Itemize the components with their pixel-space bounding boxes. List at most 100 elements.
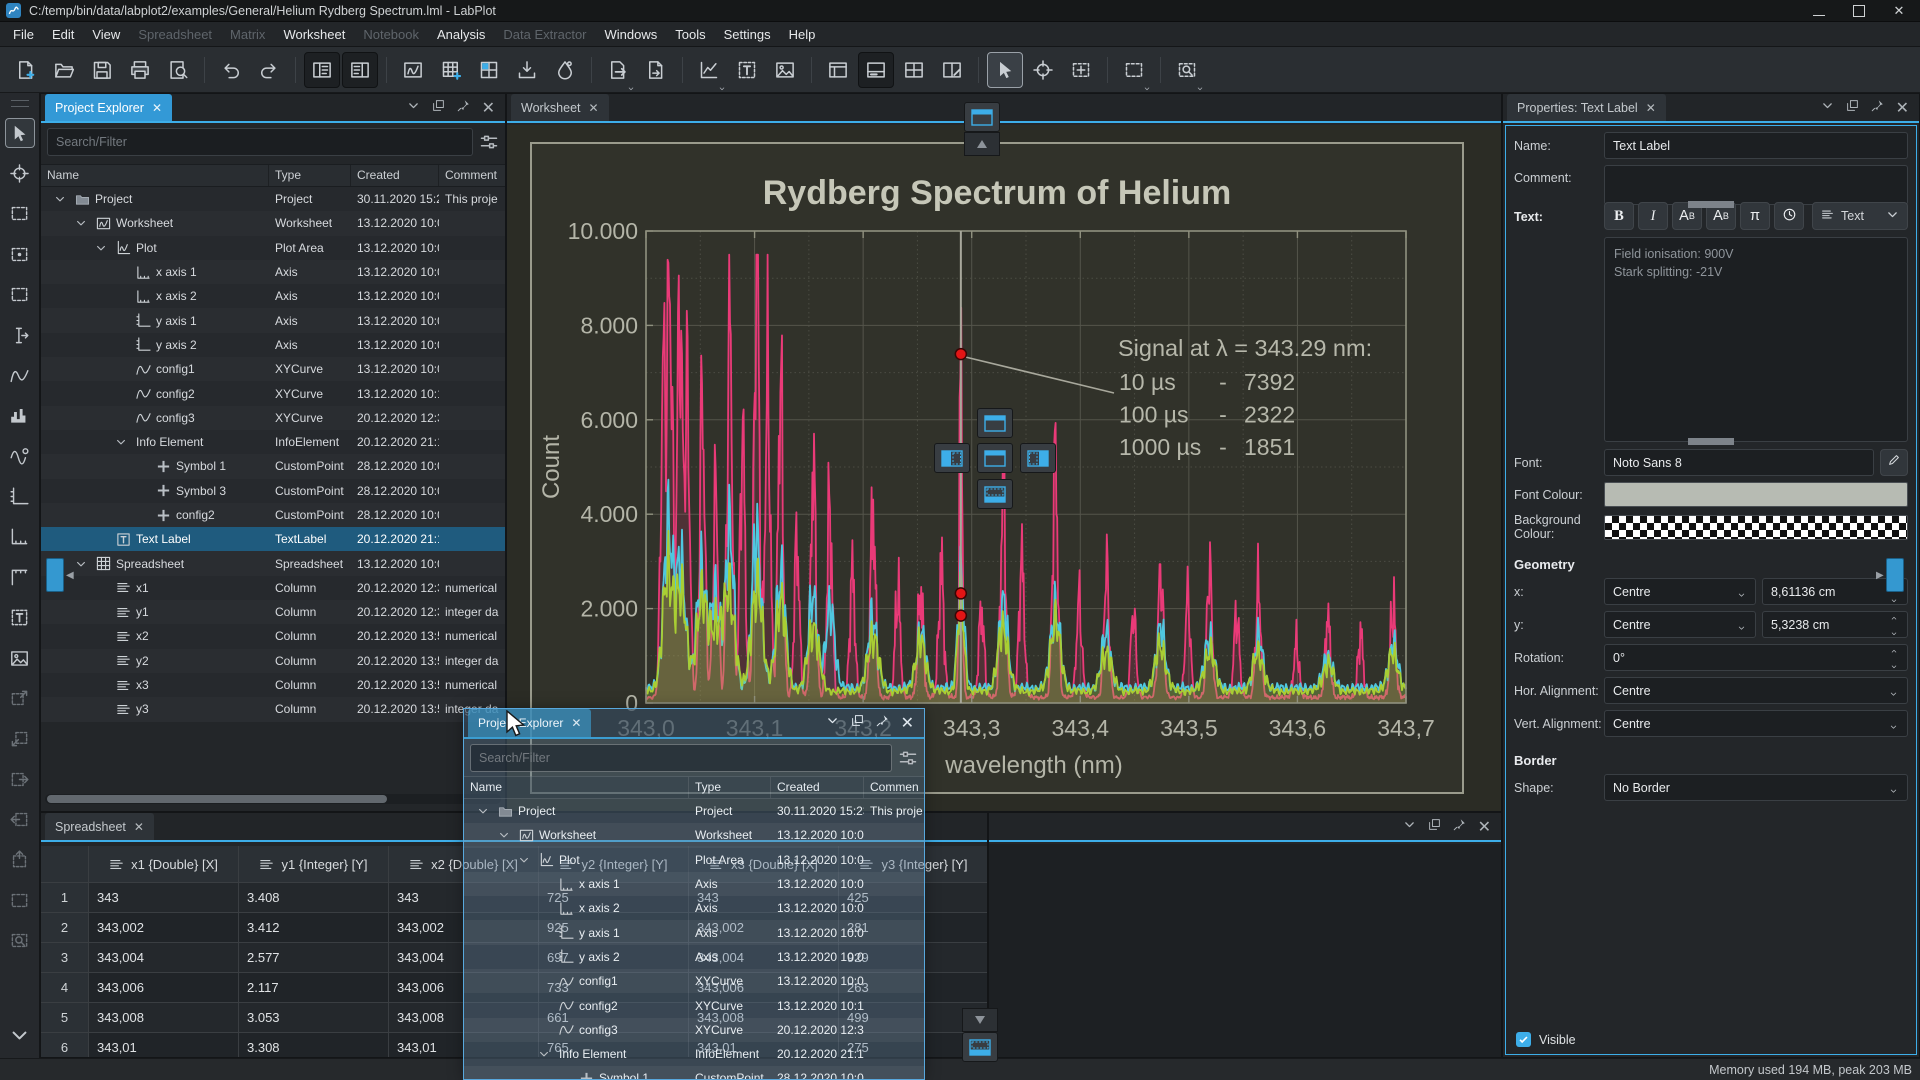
name-field[interactable]: Text Label xyxy=(1604,132,1908,159)
text-frame-icon[interactable] xyxy=(5,603,35,633)
cell[interactable]: 343,01 xyxy=(89,1033,239,1057)
float-dock-icon[interactable] xyxy=(1428,818,1441,836)
symbols-button[interactable]: π xyxy=(1740,202,1770,230)
preview-icon[interactable] xyxy=(160,52,196,88)
droplet-icon[interactable] xyxy=(547,52,583,88)
close-icon[interactable]: ✕ xyxy=(1646,101,1656,115)
menu-tools[interactable]: Tools xyxy=(666,22,714,47)
y-anchor-dropdown[interactable]: Centre xyxy=(1604,611,1756,638)
menu-settings[interactable]: Settings xyxy=(715,22,780,47)
cell[interactable]: 343 xyxy=(89,883,239,913)
float-dock-icon[interactable] xyxy=(432,99,445,117)
tree-row-config3[interactable]: config3XYCurve20.12.2020 12:39 xyxy=(464,1018,924,1042)
expand-chevron-icon[interactable] xyxy=(477,805,489,817)
text-cursor-icon[interactable] xyxy=(5,320,35,350)
tree-row-symbol-1[interactable]: Symbol 1CustomPoint28.12.2020 10:06 xyxy=(41,454,505,478)
dash-zoom-icon[interactable] xyxy=(1169,52,1205,88)
background-colour-swatch[interactable] xyxy=(1604,515,1908,540)
x-anchor-dropdown[interactable]: Centre xyxy=(1604,578,1756,605)
dock-menu-icon[interactable] xyxy=(1821,99,1834,117)
matrix-icon[interactable] xyxy=(471,52,507,88)
tree-row-project[interactable]: ProjectProject30.11.2020 15:23This proje xyxy=(41,187,505,211)
crosshair-icon[interactable] xyxy=(5,159,35,189)
print-icon[interactable] xyxy=(122,52,158,88)
tab-properties[interactable]: Properties: Text Label✕ xyxy=(1507,94,1666,121)
expand-chevron-icon[interactable] xyxy=(518,854,530,866)
cell[interactable]: 343,002 xyxy=(89,913,239,943)
worksheet-new-icon[interactable] xyxy=(395,52,431,88)
cell[interactable]: 3.412 xyxy=(239,913,389,943)
cell[interactable]: 343,008 xyxy=(89,1003,239,1033)
tree-row-config2[interactable]: config2XYCurve13.12.2020 10:11 xyxy=(464,993,924,1017)
dash-box-icon[interactable] xyxy=(5,199,35,229)
panel-d-icon[interactable] xyxy=(934,52,970,88)
text-frame-icon[interactable] xyxy=(729,52,765,88)
row-number[interactable]: 3 xyxy=(41,943,89,973)
tree-row-config3[interactable]: config3XYCurve20.12.2020 12:39 xyxy=(41,406,505,430)
import-icon[interactable] xyxy=(509,52,545,88)
dash-box-icon[interactable] xyxy=(5,280,35,310)
cell[interactable]: 343,006 xyxy=(89,973,239,1003)
hist-icon[interactable] xyxy=(5,401,35,431)
row-number[interactable]: 5 xyxy=(41,1003,89,1033)
axis-l-icon[interactable] xyxy=(5,482,35,512)
close-icon[interactable]: ✕ xyxy=(571,716,581,730)
toggle-props-icon[interactable] xyxy=(342,52,378,88)
sheet-new-icon[interactable] xyxy=(433,52,469,88)
tree-row-symbol-3[interactable]: Symbol 3CustomPoint28.12.2020 10:06 xyxy=(41,479,505,503)
tree-row-project[interactable]: ProjectProject30.11.2020 15:23This proje xyxy=(464,799,924,823)
column-header[interactable]: x1 {Double} [X] xyxy=(89,846,239,883)
dash-arrow-ne-icon[interactable] xyxy=(5,683,35,713)
y-value-spinner[interactable]: 5,3238 cm xyxy=(1762,611,1908,638)
panel-b-icon[interactable] xyxy=(858,52,894,88)
tree-row-x-axis-2[interactable]: x axis 2Axis13.12.2020 10:01 xyxy=(41,284,505,308)
zoom-fit-icon[interactable] xyxy=(1063,52,1099,88)
tree-row-y2[interactable]: y2Column20.12.2020 13:55integer da xyxy=(41,649,505,673)
tree-row-x-axis-1[interactable]: x axis 1Axis13.12.2020 10:01 xyxy=(41,260,505,284)
redo-icon[interactable] xyxy=(251,52,287,88)
cell[interactable]: 343,004 xyxy=(89,943,239,973)
font-colour-swatch[interactable] xyxy=(1604,482,1908,507)
text-mode-dropdown[interactable]: Text xyxy=(1812,202,1908,230)
tree-row-y-axis-1[interactable]: y axis 1Axis13.12.2020 10:01 xyxy=(464,920,924,944)
cell[interactable]: 3.308 xyxy=(239,1033,389,1057)
expand-chevron-icon[interactable] xyxy=(498,829,510,841)
save-icon[interactable] xyxy=(84,52,120,88)
pin-dock-icon[interactable] xyxy=(1871,99,1884,117)
toggle-pe-icon[interactable] xyxy=(304,52,340,88)
menu-edit[interactable]: Edit xyxy=(43,22,83,47)
visible-checkbox[interactable] xyxy=(1516,1032,1531,1047)
cell[interactable]: 3.408 xyxy=(239,883,389,913)
float-dock-icon[interactable] xyxy=(851,714,864,732)
tree-row-symbol-1[interactable]: Symbol 1CustomPoint28.12.2020 10:06 xyxy=(464,1066,924,1080)
row-number[interactable]: 2 xyxy=(41,913,89,943)
tree-row-info-element[interactable]: Info ElementInfoElement20.12.2020 21:15 xyxy=(41,430,505,454)
tab-worksheet[interactable]: Worksheet✕ xyxy=(511,94,609,121)
expand-chevron-icon[interactable] xyxy=(54,193,66,205)
tree-row-config1[interactable]: config1XYCurve13.12.2020 10:09 xyxy=(41,357,505,381)
dash-box-icon[interactable] xyxy=(5,885,35,915)
export2-icon[interactable] xyxy=(638,52,674,88)
close-dock-icon[interactable]: ✕ xyxy=(1896,98,1909,118)
tab-project-explorer[interactable]: Project Explorer✕ xyxy=(45,94,172,121)
expand-chevron-icon[interactable] xyxy=(75,217,87,229)
close-button[interactable]: ✕ xyxy=(1892,4,1906,18)
close-icon[interactable]: ✕ xyxy=(152,101,162,115)
panel-a-icon[interactable] xyxy=(820,52,856,88)
search-input[interactable] xyxy=(470,744,892,772)
tree-row-spreadsheet[interactable]: SpreadsheetSpreadsheet13.12.2020 10:08 xyxy=(41,551,505,575)
bold-button[interactable]: B xyxy=(1604,202,1634,230)
tree-row-y3[interactable]: y3Column20.12.2020 13:56integer da xyxy=(41,697,505,721)
search-input[interactable] xyxy=(47,128,473,156)
tree-row-x2[interactable]: x2Column20.12.2020 13:55numerical xyxy=(41,624,505,648)
row-number[interactable]: 6 xyxy=(41,1033,89,1057)
tab-spreadsheet[interactable]: Spreadsheet✕ xyxy=(45,813,154,840)
doc-new-icon[interactable] xyxy=(8,52,44,88)
menu-view[interactable]: View xyxy=(83,22,129,47)
italic-button[interactable]: I xyxy=(1638,202,1668,230)
dock-menu-icon[interactable] xyxy=(407,99,420,117)
image-icon[interactable] xyxy=(5,643,35,673)
tree-row-worksheet[interactable]: WorksheetWorksheet13.12.2020 10:01 xyxy=(464,823,924,847)
tree-row-x-axis-1[interactable]: x axis 1Axis13.12.2020 10:01 xyxy=(464,872,924,896)
tree-row-x3[interactable]: x3Column20.12.2020 13:56numerical xyxy=(41,673,505,697)
